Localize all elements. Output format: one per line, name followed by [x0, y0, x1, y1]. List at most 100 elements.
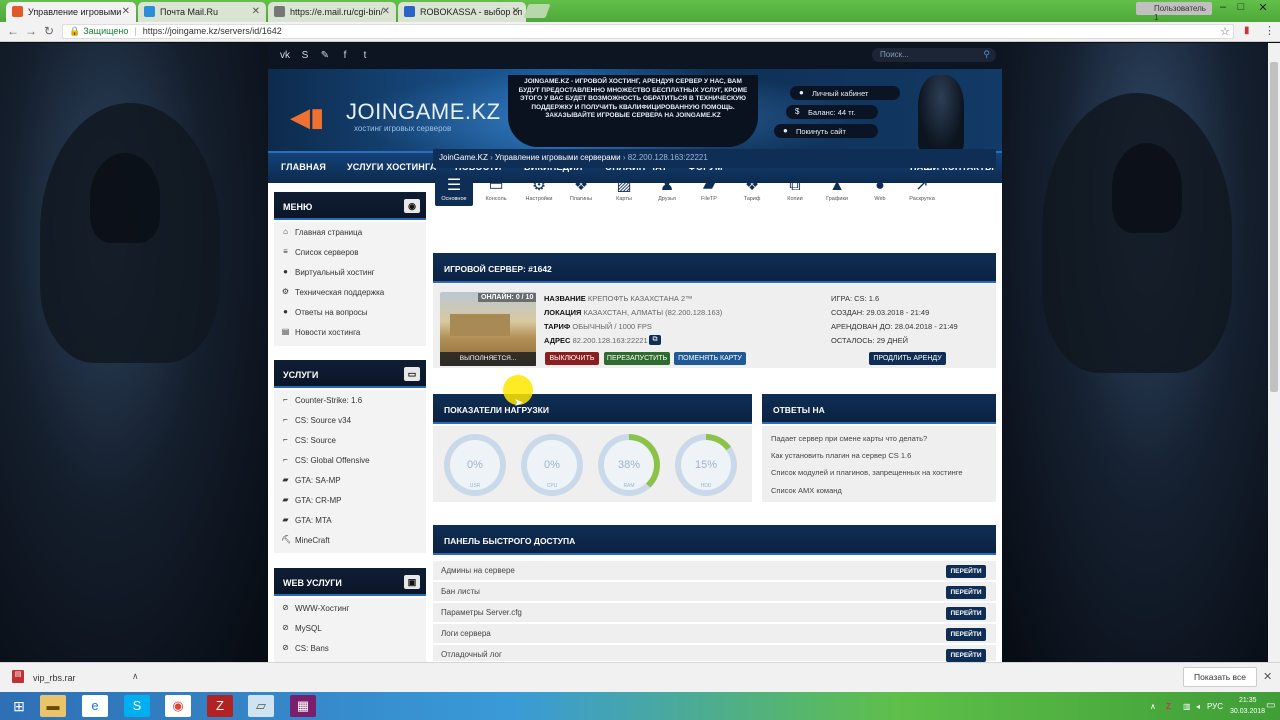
minimize-button[interactable]: – [1214, 1, 1232, 13]
clock-time[interactable]: 21:35 [1239, 697, 1257, 704]
back-icon[interactable]: ← [6, 24, 20, 38]
site-search-input[interactable]: Поиск... ⚲ [872, 48, 996, 62]
tool-plugins[interactable]: ❖ Плагины [562, 176, 600, 206]
tab-joingame[interactable]: Управление игровыми ✕ [6, 2, 136, 22]
steam-icon[interactable]: ✎ [319, 50, 331, 61]
faq-link[interactable]: Список AMX команд [771, 486, 842, 495]
language-indicator[interactable]: РУС [1207, 702, 1223, 711]
tray-chevron-icon[interactable]: ∧ [1150, 702, 1156, 711]
faq-link[interactable]: Список модулей и плагинов, запрещенных н… [771, 468, 963, 477]
breadcrumb-servers[interactable]: Управление игровыми серверами [495, 153, 621, 162]
window-close-button[interactable]: ✕ [1254, 1, 1272, 14]
tool-main[interactable]: ☰ Основное [435, 176, 473, 206]
twitter-icon[interactable]: t [359, 50, 371, 61]
file-explorer-icon[interactable]: ▬ [40, 695, 66, 717]
search-icon[interactable]: ⚲ [983, 49, 990, 60]
download-item[interactable]: vip_rbs.rar [33, 673, 76, 683]
forward-icon[interactable]: → [24, 24, 38, 38]
filezilla-icon[interactable]: Z [207, 695, 233, 717]
reload-icon[interactable]: ↻ [42, 24, 56, 38]
change-map-button[interactable]: ПОМЕНЯТЬ КАРТУ [674, 352, 746, 365]
skype-icon[interactable]: S [299, 50, 311, 61]
sidebar-item-mta[interactable]: ▰ GTA: MTA [274, 510, 426, 530]
sidebar-item-www[interactable]: ⊘ WWW-Хостинг [274, 598, 426, 618]
scrollbar-thumb[interactable] [1270, 62, 1278, 392]
go-button[interactable]: ПЕРЕЙТИ [946, 649, 986, 662]
go-button[interactable]: ПЕРЕЙТИ [946, 565, 986, 578]
sidebar-item-virtual-hosting[interactable]: ● Виртуальный хостинг [274, 262, 426, 282]
nav-home[interactable]: ГЛАВНАЯ [281, 162, 326, 172]
sidebar-item-home[interactable]: ⌂ Главная страница [274, 222, 426, 242]
tool-backups[interactable]: ⧉ Копии [776, 176, 814, 206]
tool-settings[interactable]: ⚙ Настройки [520, 176, 558, 206]
sidebar-item-css-v34[interactable]: ⌐ CS: Source v34 [274, 410, 426, 430]
tool-graphs[interactable]: ▲ Графики [818, 176, 856, 206]
breadcrumb-home[interactable]: JoinGame.KZ [439, 153, 488, 162]
stop-server-button[interactable]: ВЫКЛЮЧИТЬ [545, 352, 599, 365]
edge-icon[interactable]: e [82, 695, 108, 717]
restart-server-button[interactable]: ПЕРЕЗАПУСТИТЬ [604, 352, 670, 365]
sidebar-item-csbans[interactable]: ⊘ CS: Bans [274, 638, 426, 658]
skype-app-icon[interactable]: S [124, 695, 150, 717]
filezilla-tray-icon[interactable]: Z [1166, 702, 1171, 711]
sidebar-item-support[interactable]: ⚙ Техническая поддержка [274, 282, 426, 302]
notifications-icon[interactable]: ▭ [1266, 700, 1275, 711]
tool-web[interactable]: ● Web [861, 176, 899, 206]
go-button[interactable]: ПЕРЕЙТИ [946, 628, 986, 641]
balance-button[interactable]: $ Баланс: 44 тг. [786, 105, 878, 119]
sidebar-item-servers[interactable]: ≡ Список серверов [274, 242, 426, 262]
chrome-icon[interactable]: ◉ [165, 695, 191, 717]
account-cabinet-button[interactable]: ● Личный кабинет [790, 86, 900, 100]
tool-maps[interactable]: ▨ Карты [605, 176, 643, 206]
faq-link[interactable]: Как установить плагин на сервер CS 1.6 [771, 451, 911, 460]
close-icon[interactable]: ✕ [1263, 670, 1272, 683]
extend-rent-button[interactable]: ПРОДЛИТЬ АРЕНДУ [869, 352, 946, 365]
chevron-up-icon[interactable]: ∧ [132, 671, 139, 682]
go-button[interactable]: ПЕРЕЙТИ [946, 586, 986, 599]
close-icon[interactable]: ✕ [122, 6, 130, 17]
vk-icon[interactable]: vk [279, 50, 291, 61]
tab-robokassa[interactable]: ROBOKASSA - выбор сп ✕ [398, 2, 526, 22]
extension-icon[interactable]: ▮ [1244, 25, 1250, 36]
logo-mark-icon[interactable]: ◀▮ [290, 103, 324, 133]
tool-tariff[interactable]: ❖ Тариф [733, 176, 771, 206]
go-button[interactable]: ПЕРЕЙТИ [946, 607, 986, 620]
facebook-icon[interactable]: f [339, 50, 351, 61]
close-icon[interactable]: ✕ [252, 6, 260, 17]
tab-mail[interactable]: Почта Mail.Ru ✕ [138, 2, 266, 22]
clock-date[interactable]: 30.03.2018 [1230, 708, 1265, 715]
volume-icon[interactable]: ◂ [1196, 702, 1200, 711]
close-icon[interactable]: ✕ [512, 6, 520, 17]
network-icon[interactable]: ▥ [1183, 702, 1191, 711]
star-icon[interactable]: ☆ [1220, 25, 1230, 38]
check-icon: ⊘ [282, 643, 289, 652]
copy-icon[interactable]: ⧉ [649, 335, 661, 345]
notepad-icon[interactable]: ▱ [248, 695, 274, 717]
sidebar-item-css[interactable]: ⌐ CS: Source [274, 430, 426, 450]
sidebar-item-csgo[interactable]: ⌐ CS: Global Offensive [274, 450, 426, 470]
maximize-button[interactable]: □ [1232, 1, 1250, 13]
browser-menu-icon[interactable]: ⋮ [1264, 24, 1275, 37]
logout-button[interactable]: ● Покинуть сайт [774, 124, 878, 138]
tool-console[interactable]: ▭ Консоль [477, 176, 515, 206]
sidebar-item-cs16[interactable]: ⌐ Counter-Strike: 1.6 [274, 390, 426, 410]
winrar-icon[interactable]: ▦ [290, 695, 316, 717]
windows-start-icon[interactable]: ⊞ [6, 695, 32, 717]
sidebar-item-faq[interactable]: ● Ответы на вопросы [274, 302, 426, 322]
sidebar-item-mysql[interactable]: ⊘ MySQL [274, 618, 426, 638]
tab-email-cgi[interactable]: https://e.mail.ru/cgi-bin/✕ [268, 2, 396, 22]
sidebar-item-crmp[interactable]: ▰ GTA: CR-MP [274, 490, 426, 510]
site-logo[interactable]: JOINGAME.KZ [346, 99, 501, 125]
tool-filetp[interactable]: ▰ FileTP [690, 176, 728, 206]
sidebar-item-samp[interactable]: ▰ GTA: SA-MP [274, 470, 426, 490]
sidebar-item-news[interactable]: ▤ Новости хостинга [274, 322, 426, 342]
sidebar-item-minecraft[interactable]: ⛏ MineCraft [274, 530, 426, 550]
tool-promo[interactable]: ↗ Раскрутка [903, 176, 941, 206]
tool-friends[interactable]: ♟ Друзья [648, 176, 686, 206]
close-icon[interactable]: ✕ [382, 6, 390, 17]
url-input[interactable]: 🔒 Защищено | https://joingame.kz/servers/id… [62, 24, 1234, 39]
nav-hosting[interactable]: УСЛУГИ ХОСТИНГА [347, 162, 436, 172]
show-all-downloads-button[interactable]: Показать все [1183, 667, 1257, 687]
profile-button[interactable]: Пользователь 1 [1136, 2, 1212, 22]
faq-link[interactable]: Падает сервер при смене карты что делать… [771, 434, 927, 443]
